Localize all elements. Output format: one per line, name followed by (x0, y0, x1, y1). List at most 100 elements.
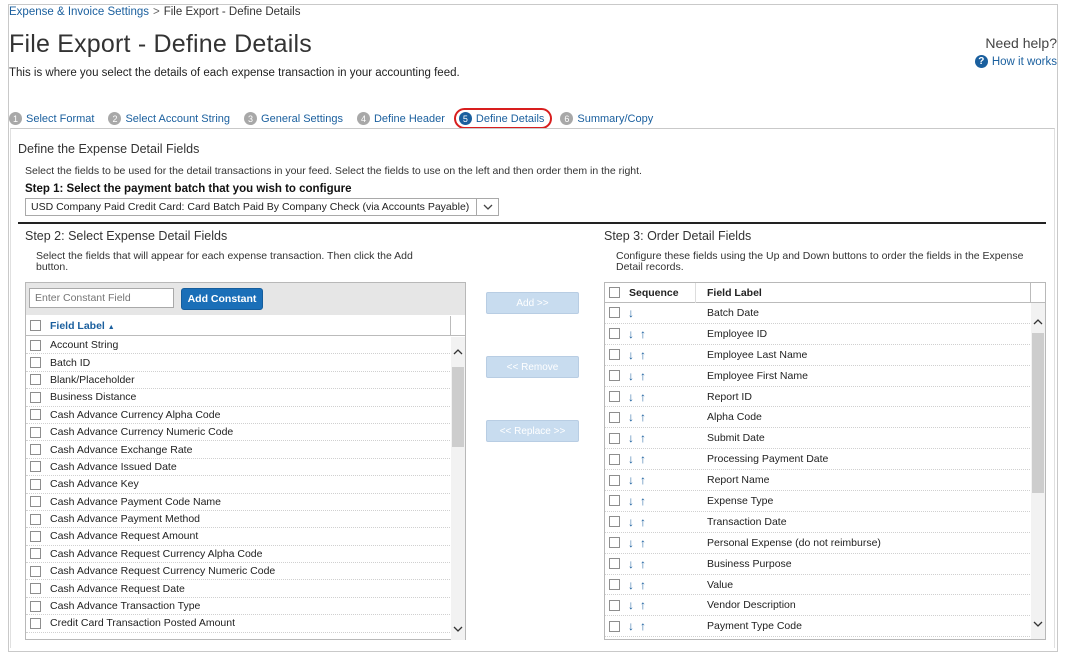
table-row[interactable]: ↓ ↑ Expense Type (605, 491, 1032, 512)
field-checkbox[interactable] (30, 600, 41, 612)
arrow-down-icon[interactable]: ↓ (628, 494, 634, 508)
field-checkbox[interactable] (30, 565, 41, 577)
field-checkbox[interactable] (30, 548, 41, 560)
scroll-up-icon[interactable] (1031, 315, 1045, 329)
field-checkbox[interactable] (30, 496, 41, 508)
arrow-up-icon[interactable]: ↑ (640, 619, 646, 633)
arrow-down-icon[interactable]: ↓ (628, 410, 634, 424)
list-item[interactable]: Batch ID (26, 354, 452, 372)
row-checkbox[interactable] (609, 537, 620, 549)
remove-button[interactable]: << Remove (486, 356, 579, 378)
scroll-thumb[interactable] (452, 367, 464, 447)
list-item[interactable]: Business Distance (26, 389, 452, 407)
step-summary-copy[interactable]: 6 Summary/Copy (560, 112, 653, 125)
list-item[interactable]: Cash Advance Payment Code Name (26, 494, 452, 511)
list-item[interactable]: Blank/Placeholder (26, 372, 452, 390)
arrow-down-icon[interactable]: ↓ (628, 327, 634, 341)
arrow-up-icon[interactable]: ↑ (640, 536, 646, 550)
list-item[interactable]: Cash Advance Request Date (26, 580, 452, 598)
table-row[interactable]: ↓ ↑ Submit Date (605, 428, 1032, 450)
list-item[interactable]: Cash Advance Request Currency Alpha Code (26, 546, 452, 564)
list-item[interactable]: Cash Advance Currency Numeric Code (26, 424, 452, 442)
row-checkbox[interactable] (609, 558, 620, 570)
table-row[interactable]: ↓ ↑ Employee First Name (605, 366, 1032, 387)
row-checkbox[interactable] (609, 474, 620, 486)
step-select-account-string[interactable]: 2 Select Account String (108, 112, 230, 125)
arrow-up-icon[interactable]: ↑ (640, 431, 646, 445)
table-row[interactable]: ↓ ↑ Employee ID (605, 324, 1032, 345)
field-checkbox[interactable] (30, 478, 41, 490)
arrow-down-icon[interactable]: ↓ (628, 348, 634, 362)
row-checkbox[interactable] (609, 620, 620, 632)
table-row[interactable]: ↓ ↑ Payment Type Code (605, 616, 1032, 638)
arrow-down-icon[interactable]: ↓ (628, 452, 634, 466)
arrow-up-icon[interactable]: ↑ (640, 327, 646, 341)
field-label-column-header[interactable]: Field Label ▲ (50, 320, 115, 332)
payment-batch-select[interactable]: USD Company Paid Credit Card: Card Batch… (25, 198, 499, 216)
select-all-ordered-checkbox[interactable] (609, 287, 620, 298)
field-checkbox[interactable] (30, 513, 41, 525)
table-row[interactable]: ↓ ↑ Value (605, 575, 1032, 596)
arrow-up-icon[interactable]: ↑ (640, 390, 646, 404)
list-item[interactable]: Cash Advance Key (26, 476, 452, 494)
table-row[interactable]: ↓ ↑ Employee Last Name (605, 345, 1032, 366)
arrow-up-icon[interactable]: ↑ (640, 410, 646, 424)
arrow-down-icon[interactable]: ↓ (628, 598, 634, 612)
list-item[interactable]: Account String (26, 337, 452, 355)
arrow-up-icon[interactable]: ↑ (640, 473, 646, 487)
select-all-checkbox[interactable] (30, 320, 41, 331)
row-checkbox[interactable] (609, 516, 620, 528)
arrow-up-icon[interactable]: ↑ (640, 494, 646, 508)
table-row[interactable]: ↓ ↑ Business Purpose (605, 554, 1032, 575)
field-checkbox[interactable] (30, 461, 41, 473)
step-select-format[interactable]: 1 Select Format (9, 112, 94, 125)
arrow-up-icon[interactable]: ↑ (640, 452, 646, 466)
ordered-fields-scrollbar[interactable] (1031, 303, 1045, 639)
field-checkbox[interactable] (30, 409, 41, 421)
table-row[interactable]: ↓ ↑ Processing Payment Date (605, 449, 1032, 471)
step-general-settings[interactable]: 3 General Settings (244, 112, 343, 125)
arrow-down-icon[interactable]: ↓ (628, 431, 634, 445)
arrow-down-icon[interactable]: ↓ (628, 619, 634, 633)
step-define-header[interactable]: 4 Define Header (356, 112, 445, 125)
available-fields-scrollbar[interactable] (451, 337, 465, 640)
field-checkbox[interactable] (30, 530, 41, 542)
scroll-down-icon[interactable] (451, 622, 465, 636)
row-checkbox[interactable] (609, 495, 620, 507)
list-item[interactable]: Cash Advance Request Amount (26, 528, 452, 546)
scroll-up-icon[interactable] (451, 345, 465, 359)
row-checkbox[interactable] (609, 432, 620, 444)
arrow-up-icon[interactable]: ↑ (640, 557, 646, 571)
step-define-details[interactable]: 5 Define Details (453, 108, 553, 129)
list-item[interactable]: Cash Advance Exchange Rate (26, 441, 452, 459)
row-checkbox[interactable] (609, 349, 620, 361)
table-row[interactable]: ↓ Batch Date (605, 303, 1032, 324)
arrow-down-icon[interactable]: ↓ (628, 306, 634, 320)
field-checkbox[interactable] (30, 444, 41, 456)
list-item[interactable]: Cash Advance Payment Method (26, 511, 452, 529)
arrow-up-icon[interactable]: ↑ (640, 578, 646, 592)
list-item[interactable]: Cash Advance Transaction Type (26, 598, 452, 616)
arrow-up-icon[interactable]: ↑ (640, 348, 646, 362)
arrow-down-icon[interactable]: ↓ (628, 390, 634, 404)
table-row[interactable]: ↓ ↑ Report Name (605, 470, 1032, 492)
list-item[interactable]: Cash Advance Currency Alpha Code (26, 407, 452, 424)
row-checkbox[interactable] (609, 370, 620, 382)
arrow-down-icon[interactable]: ↓ (628, 557, 634, 571)
field-checkbox[interactable] (30, 374, 41, 386)
arrow-down-icon[interactable]: ↓ (628, 578, 634, 592)
add-button[interactable]: Add >> (486, 292, 579, 314)
row-checkbox[interactable] (609, 579, 620, 591)
arrow-down-icon[interactable]: ↓ (628, 515, 634, 529)
table-row[interactable]: ↓ ↑ Transaction Date (605, 512, 1032, 533)
field-checkbox[interactable] (30, 391, 41, 403)
row-checkbox[interactable] (609, 453, 620, 465)
row-checkbox[interactable] (609, 307, 620, 319)
breadcrumb-link-settings[interactable]: Expense & Invoice Settings (9, 6, 149, 18)
arrow-down-icon[interactable]: ↓ (628, 473, 634, 487)
scroll-thumb[interactable] (1032, 333, 1044, 493)
constant-field-input[interactable] (29, 288, 174, 308)
replace-button[interactable]: << Replace >> (486, 420, 579, 442)
table-row[interactable]: ↓ ↑ Alpha Code (605, 407, 1032, 429)
scroll-down-icon[interactable] (1031, 617, 1045, 631)
